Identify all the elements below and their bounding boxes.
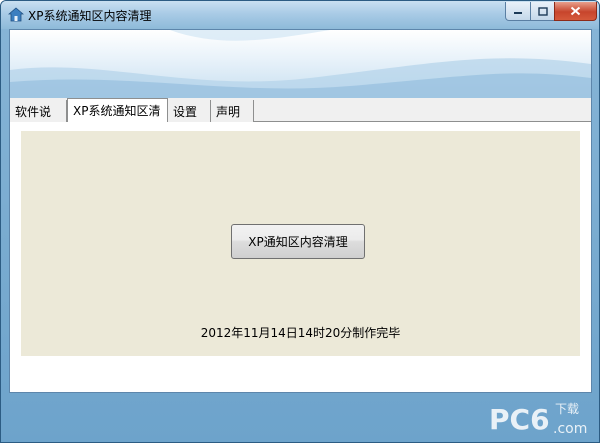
pc6-watermark-logo: PC6 下载 .com [489, 402, 587, 437]
minimize-button[interactable] [505, 2, 531, 21]
tab-label: 设置 [173, 105, 198, 119]
tab-statement[interactable]: 声明 [211, 100, 254, 122]
tab-software-info[interactable]: 软件说明 [10, 100, 67, 136]
completion-date-text: 2012年11月14日14时20分制作完毕 [200, 326, 401, 340]
close-button[interactable] [554, 2, 597, 21]
minimize-icon [514, 12, 522, 14]
tab-label: 声明 [216, 105, 241, 119]
tab-xp-tray-clean[interactable]: XP系统通知区清理 [67, 98, 168, 135]
window-title: XP系统通知区内容清理 [28, 9, 152, 23]
watermark-domain: .com [553, 421, 587, 437]
tab-settings[interactable]: 设置 [168, 100, 211, 122]
tab-strip: 软件说明 XP系统通知区清理 设置 声明 [10, 98, 591, 136]
header-banner [10, 30, 591, 98]
app-icon [7, 7, 25, 23]
client-area: 软件说明 XP系统通知区清理 设置 声明 XP通知区内容清理 2012年11月1… [9, 29, 592, 393]
content-group: XP通知区内容清理 2012年11月14日14时20分制作完毕 [21, 131, 580, 356]
close-icon [570, 6, 581, 16]
maximize-button[interactable] [530, 2, 555, 21]
watermark-sub: 下载 [555, 402, 579, 416]
app-window: XP系统通知区内容清理 软件说明 XP系统通知区清理 [0, 0, 600, 443]
title-bar[interactable]: XP系统通知区内容清理 [1, 1, 599, 29]
tray-clean-button[interactable]: XP通知区内容清理 [231, 224, 365, 259]
tab-panel: XP通知区内容清理 2012年11月14日14时20分制作完毕 [10, 122, 591, 392]
maximize-icon [537, 6, 548, 16]
watermark-text: PC6 [489, 403, 550, 436]
banner-wave-graphic [10, 30, 591, 98]
